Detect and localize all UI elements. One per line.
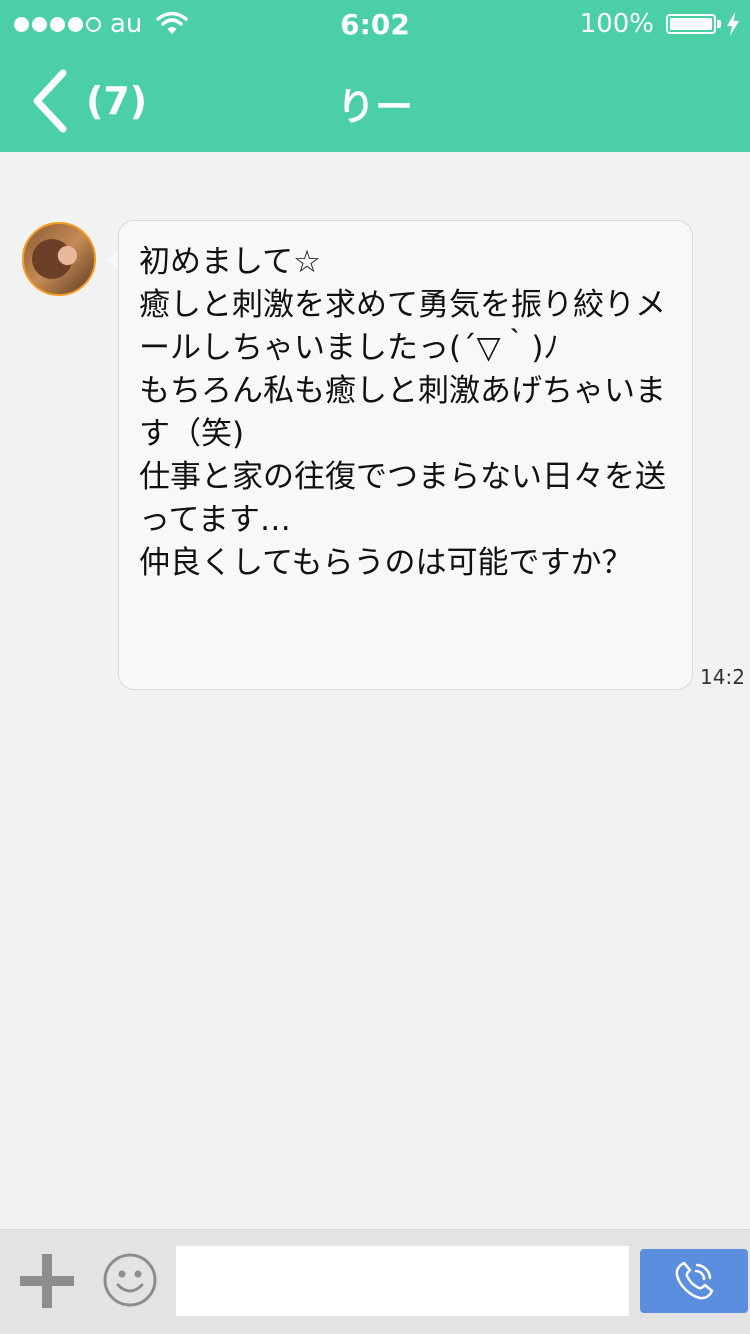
plus-icon[interactable] [20, 1254, 74, 1308]
battery-icon [666, 14, 716, 34]
chat-title: りー [336, 85, 413, 129]
message-bubble[interactable]: 初めまして☆ 癒しと刺激を求めて勇気を振り絞りメールしちゃいましたっ(´▽｀)ﾉ… [118, 220, 693, 690]
phone-icon [675, 1261, 714, 1300]
charging-bolt-icon [727, 12, 739, 36]
message-timestamp: 14:2 [700, 665, 745, 689]
input-bar [0, 1229, 750, 1334]
battery-percent: 100% [579, 9, 654, 39]
smiley-icon[interactable] [102, 1252, 158, 1308]
navigation-bar: (7) りー [0, 50, 750, 152]
message-text: 初めまして☆ 癒しと刺激を求めて勇気を振り絞りメールしちゃいましたっ(´▽｀)ﾉ… [139, 244, 666, 581]
status-bar: au 6:02 100% [0, 0, 750, 50]
contact-avatar[interactable] [22, 222, 96, 296]
message-input[interactable] [176, 1246, 629, 1316]
call-button[interactable] [640, 1249, 748, 1313]
